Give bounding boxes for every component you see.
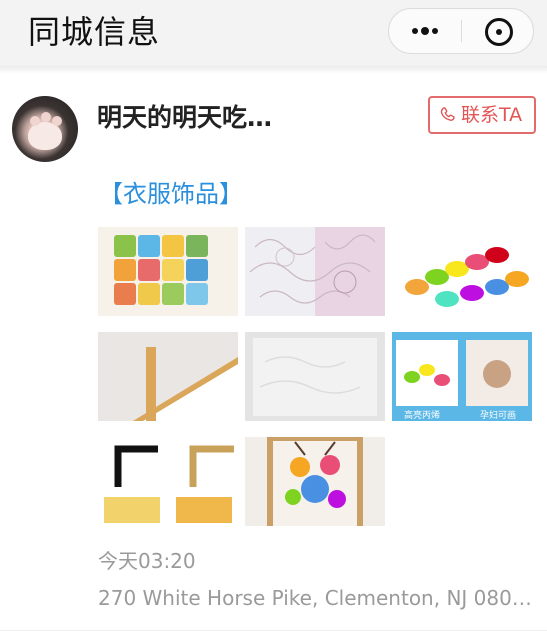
- paint-pots-image[interactable]: [392, 227, 532, 316]
- username[interactable]: 明天的明天吃…: [97, 100, 307, 136]
- paint-features-caption-right: 孕妇可画: [480, 411, 517, 421]
- contact-label: 联系TA: [461, 104, 523, 126]
- contact-button[interactable]: 联系TA: [428, 96, 536, 134]
- white-canvas-image[interactable]: [245, 332, 385, 421]
- divider: [0, 630, 547, 631]
- post-address[interactable]: 270 White Horse Pike, Clementon, NJ 0802…: [98, 583, 534, 613]
- more-dots-icon[interactable]: [389, 9, 461, 53]
- target-close-icon[interactable]: [462, 9, 534, 53]
- capsule-menu: [388, 8, 534, 54]
- paint-features-image[interactable]: 高亮丙烯 孕妇可画: [392, 332, 532, 421]
- black-gold-frames-image[interactable]: [98, 437, 238, 526]
- page-title: 同城信息: [28, 13, 161, 51]
- nav-shadow: [0, 66, 547, 74]
- avatar[interactable]: [12, 96, 78, 162]
- paint-features-caption-left: 高亮丙烯: [404, 411, 441, 421]
- colorful-deer-painting-image[interactable]: [245, 437, 385, 526]
- post-time: 今天03:20: [98, 549, 196, 573]
- animal-icons-grid-image[interactable]: [98, 227, 238, 316]
- canvas-frame-corner-image[interactable]: [98, 332, 238, 421]
- category-tag[interactable]: 【衣服饰品】: [99, 176, 243, 212]
- pastel-outline-drawing-image[interactable]: [245, 227, 385, 316]
- top-nav-bar: 同城信息: [0, 0, 547, 66]
- phone-icon: [440, 107, 455, 121]
